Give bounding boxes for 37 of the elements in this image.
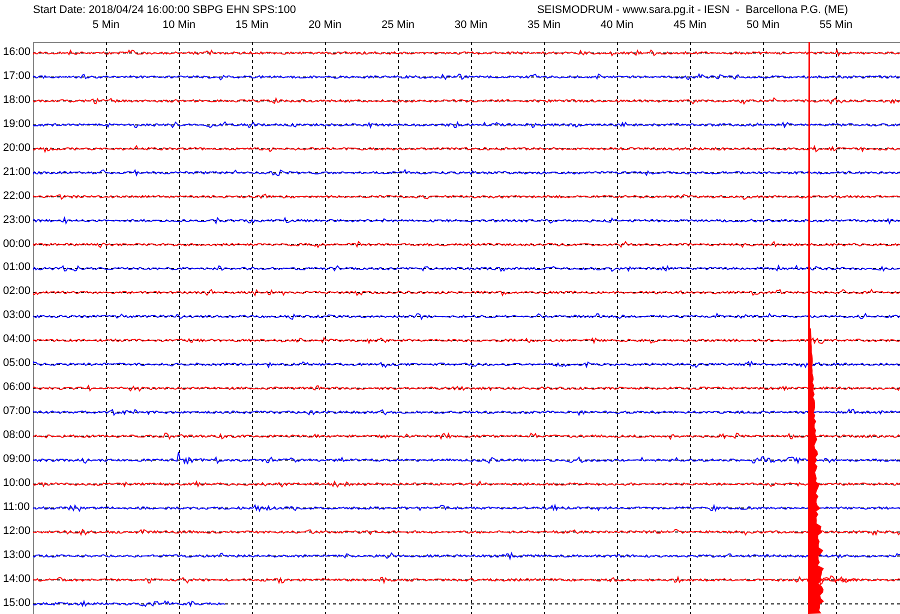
- minute-label: 40 Min: [600, 19, 634, 31]
- start-date-text: Start Date: 2018/04/24 16:00:00 SBPG EHN SPS:100: [33, 3, 296, 17]
- hour-label: 14:00: [3, 572, 31, 585]
- hour-label: 08:00: [3, 429, 31, 441]
- hour-label: 00:00: [3, 238, 31, 250]
- hour-label: 15:00: [3, 596, 31, 609]
- minute-label: 20 Min: [308, 19, 342, 31]
- hour-label: 04:00: [3, 333, 31, 346]
- minute-label: 5 Min: [92, 19, 120, 31]
- hour-label: 09:00: [3, 452, 31, 465]
- hour-label: 06:00: [3, 381, 31, 394]
- hour-label: 02:00: [3, 285, 31, 298]
- hour-label: 12:00: [3, 524, 31, 537]
- hour-label: 21:00: [3, 166, 31, 178]
- minute-label: 45 Min: [673, 19, 707, 31]
- hour-label: 11:00: [3, 500, 30, 513]
- minute-label: 15 Min: [235, 19, 269, 31]
- minute-label: 10 Min: [162, 19, 196, 31]
- hour-label: 23:00: [3, 214, 31, 226]
- hour-label: 17:00: [3, 70, 31, 82]
- minute-label: 50 Min: [746, 19, 780, 31]
- minute-label: 55 Min: [819, 19, 853, 31]
- hour-label: 05:00: [3, 357, 31, 370]
- hour-label: 13:00: [3, 548, 31, 561]
- station-text: SEISMODRUM - www.sara.pg.it - IESN - Barcellona P.G. (ME): [537, 3, 848, 17]
- minute-label: 25 Min: [381, 19, 415, 31]
- minute-label: 30 Min: [454, 19, 488, 31]
- hour-label: 16:00: [3, 46, 31, 58]
- hour-label: 03:00: [3, 309, 31, 322]
- hour-label: 19:00: [3, 118, 31, 130]
- hour-label: 20:00: [3, 142, 31, 154]
- hour-label: 18:00: [3, 94, 31, 106]
- hour-label: 10:00: [3, 476, 31, 489]
- hour-label: 07:00: [3, 405, 31, 418]
- minute-label: 35 Min: [527, 19, 561, 31]
- hour-label: 22:00: [3, 190, 31, 202]
- hour-label: 01:00: [3, 261, 31, 274]
